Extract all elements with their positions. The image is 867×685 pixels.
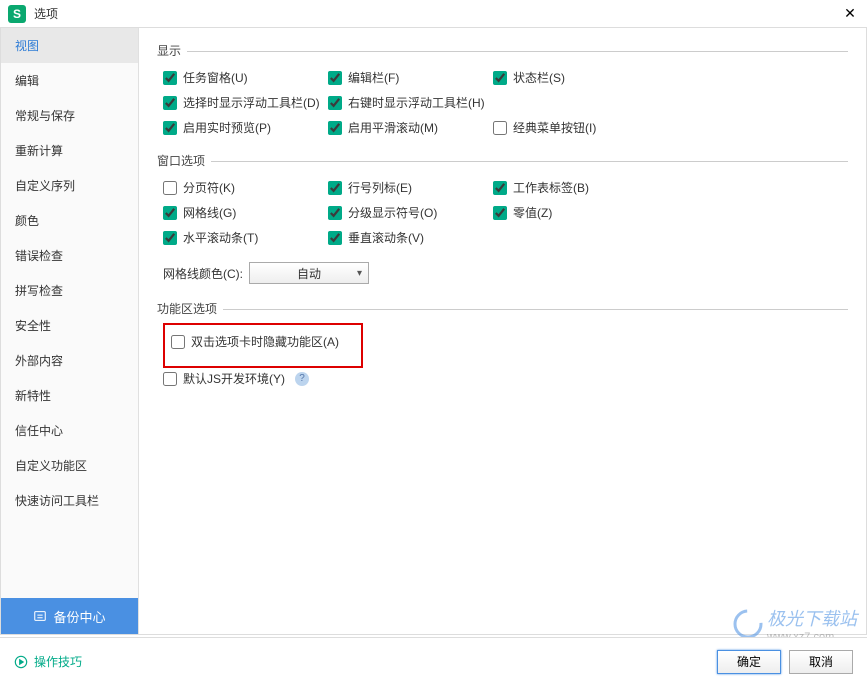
window-label-6: 水平滚动条(T) xyxy=(183,229,258,246)
sidebar-item-6[interactable]: 错误检查 xyxy=(1,238,138,273)
sidebar-item-2[interactable]: 常规与保存 xyxy=(1,98,138,133)
display-label-0: 任务窗格(U) xyxy=(183,69,248,86)
display-opt-7[interactable]: 启用平滑滚动(M) xyxy=(328,119,493,136)
window-checkbox-2[interactable] xyxy=(493,181,507,195)
window-opt-1[interactable]: 行号列标(E) xyxy=(328,179,493,196)
window-title: 选项 xyxy=(34,5,841,22)
tips-link[interactable]: 操作技巧 xyxy=(14,653,82,670)
display-opt-2[interactable]: 状态栏(S) xyxy=(493,69,658,86)
close-icon[interactable]: ✕ xyxy=(841,5,859,23)
ribbon-checkbox-0[interactable] xyxy=(171,335,185,349)
display-checkbox-0[interactable] xyxy=(163,71,177,85)
sidebar-item-1[interactable]: 编辑 xyxy=(1,63,138,98)
sidebar-item-0[interactable]: 视图 xyxy=(1,28,138,63)
sidebar: 视图编辑常规与保存重新计算自定义序列颜色错误检查拼写检查安全性外部内容新特性信任… xyxy=(1,28,139,634)
window-checkbox-7[interactable] xyxy=(328,231,342,245)
display-opt-6[interactable]: 启用实时预览(P) xyxy=(163,119,328,136)
content-panel: 显示 任务窗格(U) 编辑栏(F) 状态栏(S) 选择时显示浮动工具栏(D) 右键时显示… xyxy=(139,28,866,634)
highlight-box: 双击选项卡时隐藏功能区(A) xyxy=(163,323,363,368)
ribbon-opt-0[interactable]: 双击选项卡时隐藏功能区(A) xyxy=(171,333,355,350)
titlebar: S 选项 ✕ xyxy=(0,0,867,28)
backup-icon xyxy=(33,609,47,623)
display-checkbox-4[interactable] xyxy=(328,96,342,110)
section-ribbon: 功能区选项 xyxy=(157,300,848,317)
display-label-4: 右键时显示浮动工具栏(H) xyxy=(348,94,485,111)
window-label-5: 零值(Z) xyxy=(513,204,552,221)
display-label-3: 选择时显示浮动工具栏(D) xyxy=(183,94,320,111)
section-display: 显示 xyxy=(157,42,848,59)
play-icon xyxy=(14,655,28,669)
sidebar-item-7[interactable]: 拼写检查 xyxy=(1,273,138,308)
sidebar-item-12[interactable]: 自定义功能区 xyxy=(1,448,138,483)
sidebar-item-5[interactable]: 颜色 xyxy=(1,203,138,238)
display-opt-0[interactable]: 任务窗格(U) xyxy=(163,69,328,86)
window-label-0: 分页符(K) xyxy=(183,179,235,196)
window-opt-0[interactable]: 分页符(K) xyxy=(163,179,328,196)
ok-button[interactable]: 确定 xyxy=(717,650,781,674)
display-checkbox-1[interactable] xyxy=(328,71,342,85)
display-label-8: 经典菜单按钮(I) xyxy=(513,119,596,136)
window-label-2: 工作表标签(B) xyxy=(513,179,589,196)
display-opt-3[interactable]: 选择时显示浮动工具栏(D) xyxy=(163,94,328,111)
window-label-4: 分级显示符号(O) xyxy=(348,204,437,221)
window-label-1: 行号列标(E) xyxy=(348,179,412,196)
sidebar-item-13[interactable]: 快速访问工具栏 xyxy=(1,483,138,518)
window-checkbox-3[interactable] xyxy=(163,206,177,220)
sidebar-item-10[interactable]: 新特性 xyxy=(1,378,138,413)
window-label-3: 网格线(G) xyxy=(183,204,236,221)
display-checkbox-2[interactable] xyxy=(493,71,507,85)
window-opt-3[interactable]: 网格线(G) xyxy=(163,204,328,221)
display-checkbox-7[interactable] xyxy=(328,121,342,135)
window-opt-5[interactable]: 零值(Z) xyxy=(493,204,658,221)
display-checkbox-6[interactable] xyxy=(163,121,177,135)
sidebar-item-8[interactable]: 安全性 xyxy=(1,308,138,343)
window-checkbox-0[interactable] xyxy=(163,181,177,195)
display-label-2: 状态栏(S) xyxy=(513,69,565,86)
window-opt-6[interactable]: 水平滚动条(T) xyxy=(163,229,328,246)
window-opt-2[interactable]: 工作表标签(B) xyxy=(493,179,658,196)
ribbon-label-1: 默认JS开发环境(Y) xyxy=(183,370,285,387)
ribbon-opt-1[interactable]: 默认JS开发环境(Y)? xyxy=(163,370,848,387)
window-checkbox-4[interactable] xyxy=(328,206,342,220)
display-opt-8[interactable]: 经典菜单按钮(I) xyxy=(493,119,658,136)
display-checkbox-8[interactable] xyxy=(493,121,507,135)
window-label-7: 垂直滚动条(V) xyxy=(348,229,424,246)
grid-color-combo[interactable]: 自动 xyxy=(249,262,369,284)
help-icon[interactable]: ? xyxy=(295,372,309,386)
section-window: 窗口选项 xyxy=(157,152,848,169)
grid-color-label: 网格线颜色(C): xyxy=(163,265,243,282)
ribbon-checkbox-1[interactable] xyxy=(163,372,177,386)
window-checkbox-1[interactable] xyxy=(328,181,342,195)
backup-label: 备份中心 xyxy=(53,607,105,626)
app-icon: S xyxy=(8,5,26,23)
ribbon-label-0: 双击选项卡时隐藏功能区(A) xyxy=(191,333,339,350)
window-opt-4[interactable]: 分级显示符号(O) xyxy=(328,204,493,221)
footer: 操作技巧 确定 取消 xyxy=(0,637,867,685)
display-label-6: 启用实时预览(P) xyxy=(183,119,271,136)
window-checkbox-5[interactable] xyxy=(493,206,507,220)
sidebar-item-11[interactable]: 信任中心 xyxy=(1,413,138,448)
display-label-1: 编辑栏(F) xyxy=(348,69,399,86)
backup-center-button[interactable]: 备份中心 xyxy=(1,598,138,634)
display-label-7: 启用平滑滚动(M) xyxy=(348,119,438,136)
display-opt-4[interactable]: 右键时显示浮动工具栏(H) xyxy=(328,94,493,111)
sidebar-item-4[interactable]: 自定义序列 xyxy=(1,168,138,203)
window-opt-7[interactable]: 垂直滚动条(V) xyxy=(328,229,493,246)
sidebar-item-3[interactable]: 重新计算 xyxy=(1,133,138,168)
display-opt-1[interactable]: 编辑栏(F) xyxy=(328,69,493,86)
display-checkbox-3[interactable] xyxy=(163,96,177,110)
cancel-button[interactable]: 取消 xyxy=(789,650,853,674)
sidebar-item-9[interactable]: 外部内容 xyxy=(1,343,138,378)
window-checkbox-6[interactable] xyxy=(163,231,177,245)
